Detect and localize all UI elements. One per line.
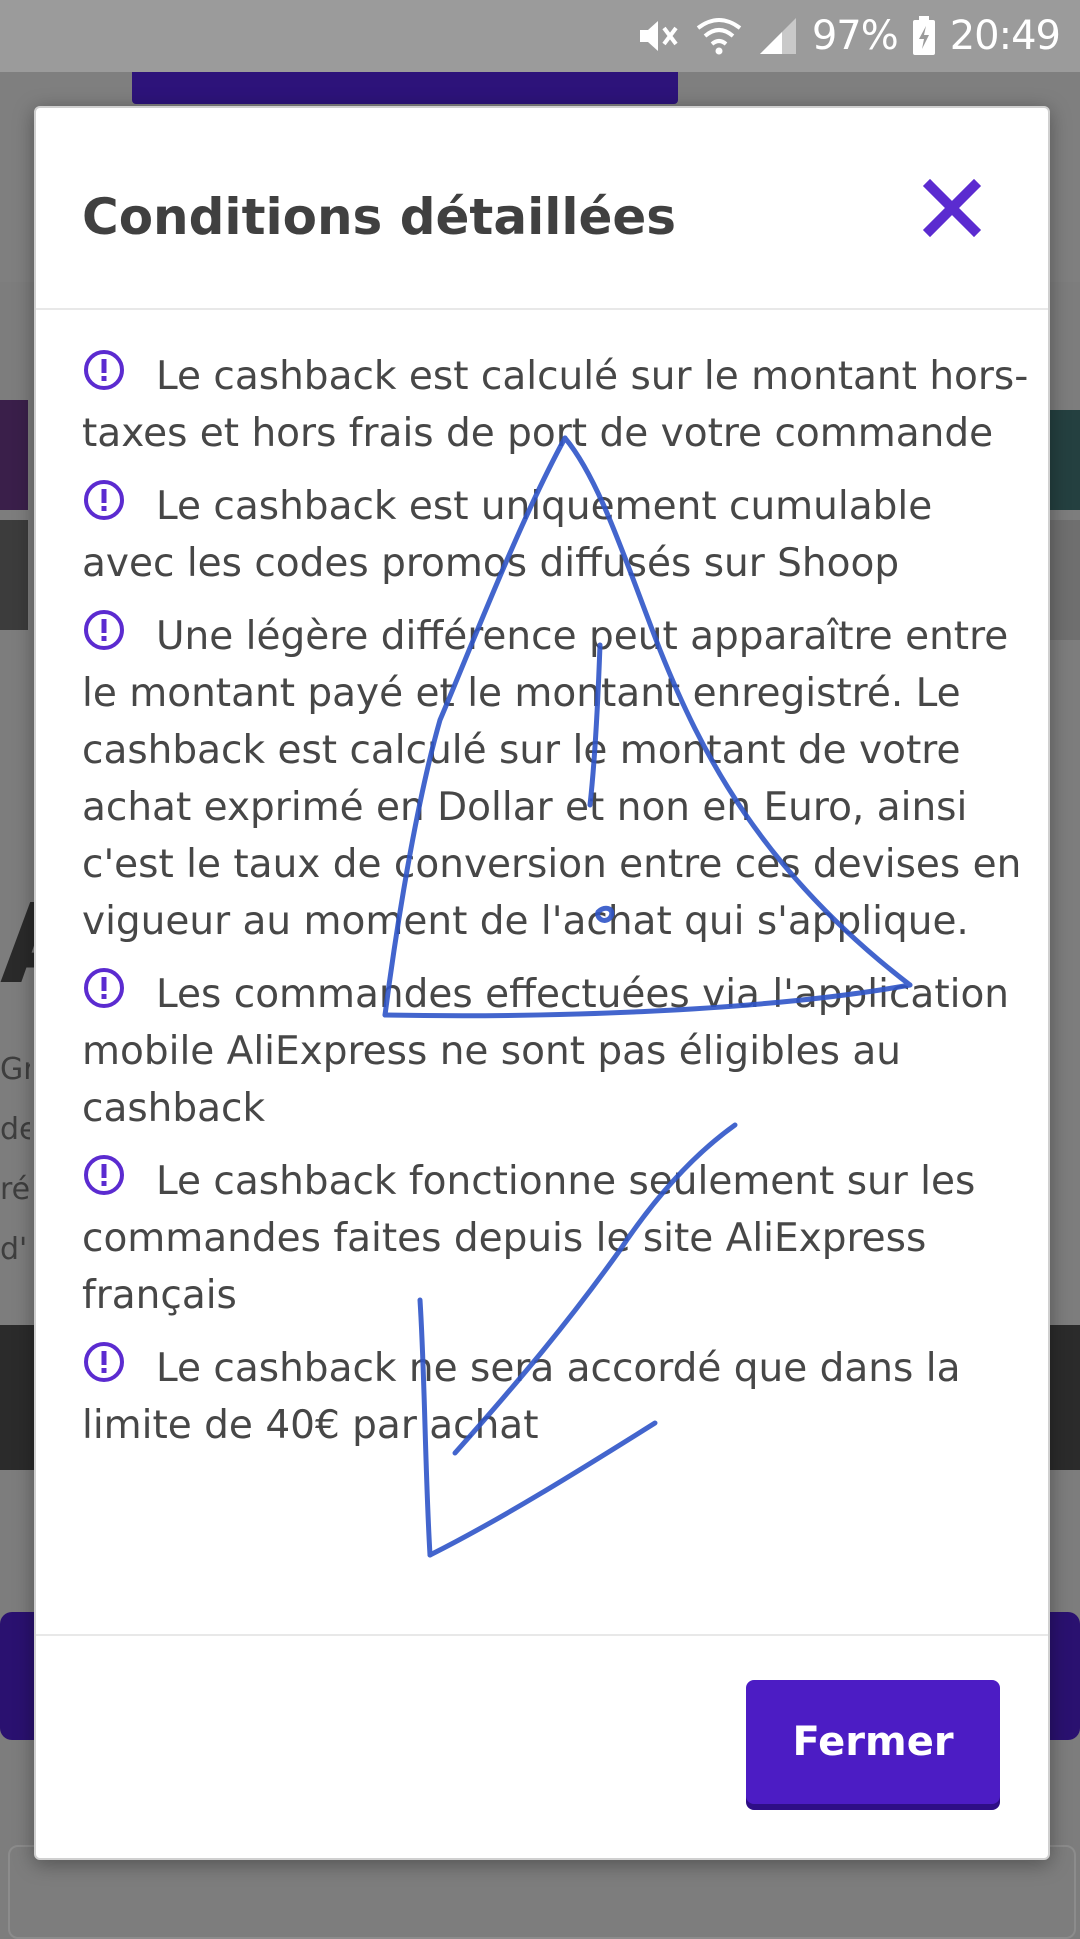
clock: 20:49 <box>949 13 1061 59</box>
mute-icon <box>636 16 680 56</box>
info-icon <box>84 350 124 390</box>
background-text-fragment: de <box>0 1112 30 1147</box>
background-thumbnail <box>0 400 28 510</box>
battery-charging-icon <box>912 16 936 56</box>
battery-percent: 97% <box>811 13 899 59</box>
close-icon <box>922 178 982 238</box>
condition-item: Le cashback est uniquement cumulable ave… <box>82 478 1032 592</box>
condition-item: Le cashback fonctionne seulement sur les… <box>82 1153 1032 1324</box>
condition-item: Le cashback ne sera accordé que dans la … <box>82 1340 1032 1454</box>
condition-text: Le cashback ne sera accordé que dans la … <box>82 1346 961 1448</box>
close-footer-button[interactable]: Fermer <box>746 1680 1000 1804</box>
background-text-fragment: Gr <box>0 1052 30 1087</box>
info-icon <box>84 968 124 1008</box>
background-thumbnail <box>1046 520 1080 640</box>
condition-text: Le cashback est uniquement cumulable ave… <box>82 484 933 586</box>
status-bar: 97% 20:49 <box>0 0 1080 72</box>
background-thumbnail <box>1046 410 1080 510</box>
condition-item: Les commandes effectuées via l'applicati… <box>82 966 1032 1137</box>
conditions-list: Le cashback est calculé sur le montant h… <box>82 348 1032 1470</box>
background-thumbnail <box>0 520 28 630</box>
background-text-fragment: d' <box>0 1232 28 1267</box>
info-icon <box>84 480 124 520</box>
wifi-icon <box>694 16 744 56</box>
modal-footer: Fermer <box>36 1634 1048 1860</box>
modal-title: Conditions détaillées <box>82 188 677 246</box>
condition-text: Le cashback est calculé sur le montant h… <box>82 354 1029 456</box>
close-button[interactable] <box>916 172 988 244</box>
condition-text: Le cashback fonctionne seulement sur les… <box>82 1159 976 1318</box>
info-icon <box>84 1342 124 1382</box>
condition-item: Le cashback est calculé sur le montant h… <box>82 348 1032 462</box>
background-text-fragment: ré <box>0 1172 30 1207</box>
condition-text: Les commandes effectuées via l'applicati… <box>82 972 1010 1131</box>
background-paragraph: Gr de ré d' <box>0 1040 30 1280</box>
signal-icon <box>758 16 798 56</box>
condition-item: Une légère différence peut apparaître en… <box>82 608 1032 950</box>
info-icon <box>84 610 124 650</box>
conditions-modal: Conditions détaillées Le cashback est ca… <box>34 106 1050 1860</box>
condition-text: Une légère différence peut apparaître en… <box>82 614 1022 944</box>
info-icon <box>84 1155 124 1195</box>
modal-header: Conditions détaillées <box>36 108 1048 310</box>
